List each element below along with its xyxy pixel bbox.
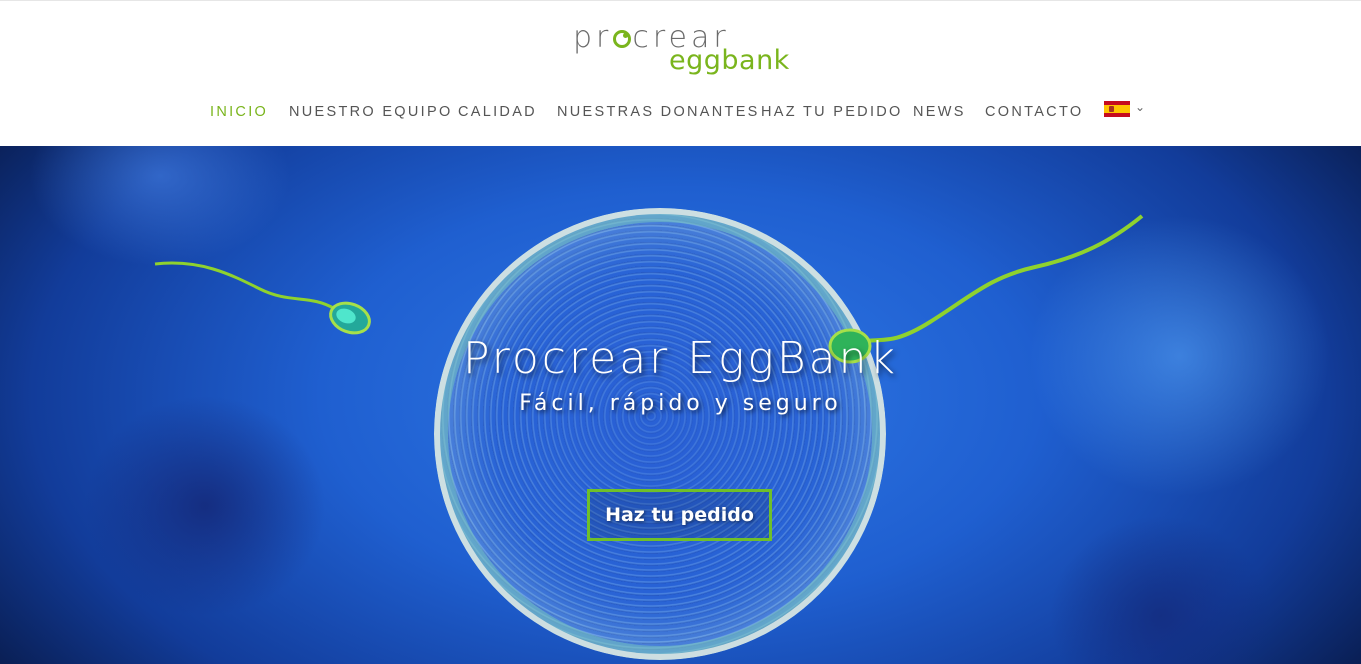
sperm-left-image	[154, 261, 371, 335]
logo-wordmark-bottom: eggbank	[669, 45, 790, 76]
nav-item-nuestro-equipo[interactable]: NUESTRO EQUIPO	[289, 100, 453, 124]
logo-egg-icon	[613, 30, 632, 48]
nav-item-haz-tu-pedido[interactable]: HAZ TU PEDIDO	[761, 100, 903, 124]
order-cta-button[interactable]: Haz tu pedido	[587, 489, 772, 541]
egg-cell-image	[434, 208, 886, 660]
nav-item-calidad[interactable]: CALIDAD	[458, 100, 537, 124]
language-selector[interactable]: ⌄	[1104, 100, 1146, 119]
site-header: pr crear eggbank INICIO NUESTRO EQUIPO CA…	[0, 0, 1361, 146]
chevron-down-icon: ⌄	[1135, 100, 1146, 114]
nav-item-nuestras-donantes[interactable]: NUESTRAS DONANTES	[557, 100, 760, 124]
nav-item-news[interactable]: NEWS	[913, 100, 966, 124]
hero-title: Procrear EggBank	[463, 333, 898, 384]
procrear-eggbank-logo[interactable]: pr crear eggbank	[573, 23, 793, 79]
spain-flag-icon	[1104, 101, 1130, 117]
hero-subtitle: Fácil, rápido y seguro	[519, 391, 842, 416]
hero-banner: Procrear EggBank Fácil, rápido y seguro …	[0, 146, 1361, 664]
nav-item-contacto[interactable]: CONTACTO	[985, 100, 1083, 124]
main-nav: INICIO NUESTRO EQUIPO CALIDAD NUESTRAS D…	[0, 100, 1361, 124]
nav-item-inicio[interactable]: INICIO	[210, 100, 268, 124]
